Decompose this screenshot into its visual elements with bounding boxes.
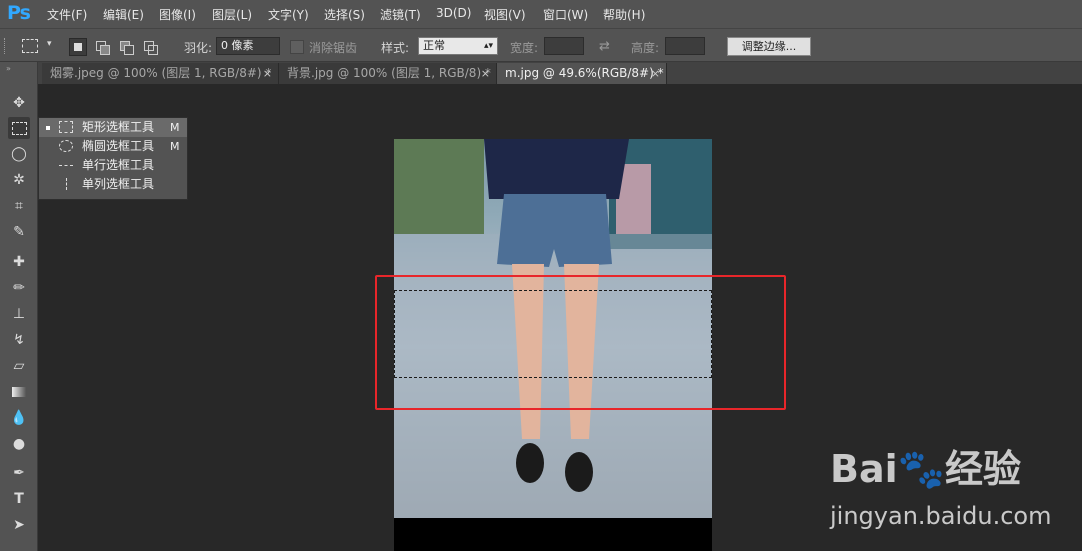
gradient-tool-icon[interactable] [8,381,30,403]
rect-marquee-preset-icon[interactable] [22,39,38,53]
flyout-label: 椭圆选框工具 [82,139,155,153]
tab-m-jpg[interactable]: m.jpg @ 49.6%(RGB/8#) * × [497,63,667,84]
close-icon[interactable]: × [481,63,490,84]
menu-layer[interactable]: 图层(L) [212,6,252,23]
menu-image[interactable]: 图像(I) [159,6,196,23]
selected-indicator [46,126,50,130]
baidu-watermark-url: jingyan.baidu.com [830,502,1052,530]
tab-background-jpg[interactable]: 背景.jpg @ 100% (图层 1, RGB/8) * × [279,63,497,84]
feather-input[interactable]: 0 像素 [216,37,280,55]
intersect-selection-icon-overlap [148,45,158,55]
menu-edit[interactable]: 编辑(E) [103,6,144,23]
type-tool-icon[interactable]: T [8,488,30,510]
canvas-empty-area [394,518,712,551]
gradient-glyph [12,387,26,397]
subtract-selection-button[interactable] [117,38,135,56]
menu-type[interactable]: 文字(Y) [268,6,309,23]
menu-view[interactable]: 视图(V) [484,6,526,23]
flyout-shortcut: M [170,121,180,134]
rect-marquee-tool-icon[interactable] [8,117,30,139]
new-selection-button[interactable] [69,38,87,56]
flyout-item-single-column-marquee[interactable]: 单列选框工具 [39,175,187,194]
history-brush-tool-icon[interactable]: ↯ [8,329,30,351]
flyout-label: 矩形选框工具 [82,120,155,134]
menu-window[interactable]: 窗口(W) [543,6,588,23]
options-grip [4,38,8,54]
menu-select[interactable]: 选择(S) [324,6,365,23]
healing-brush-tool-icon[interactable]: ✚ [8,251,30,273]
close-icon[interactable]: × [651,63,660,84]
style-select-value: 正常 [423,39,445,52]
add-selection-button[interactable] [93,38,111,56]
height-label: 高度: [631,41,660,55]
flyout-shortcut: M [170,140,180,153]
marquee-tool-flyout: 矩形选框工具 M 椭圆选框工具 M 单行选框工具 单列选框工具 [38,117,188,200]
path-selection-tool-icon[interactable]: ➤ [8,514,30,536]
rect-marquee-icon [59,121,73,133]
tab-smoke-jpeg[interactable]: 烟雾.jpeg @ 100% (图层 1, RGB/8#) * × [42,63,279,84]
highlight-annotation-box [375,275,786,410]
flyout-item-ellipse-marquee[interactable]: 椭圆选框工具 M [39,137,187,156]
menu-help[interactable]: 帮助(H) [603,6,645,23]
tab-label: 背景.jpg @ 100% (图层 1, RGB/8) * [287,66,491,80]
antialias-checkbox[interactable] [290,40,304,54]
single-row-marquee-icon [59,165,73,166]
blur-tool-icon[interactable]: 💧 [8,407,30,429]
photoshop-logo: Ps [7,2,31,24]
menu-file[interactable]: 文件(F) [47,6,87,23]
feather-label: 羽化: [184,41,213,55]
lasso-tool-icon[interactable]: ◯ [8,143,30,165]
chevron-down-icon: ▴▾ [483,41,493,51]
tab-label: 烟雾.jpeg @ 100% (图层 1, RGB/8#) * [50,66,272,80]
eraser-tool-icon[interactable]: ▱ [8,355,30,377]
collapse-icon[interactable]: » [6,64,11,73]
crop-tool-icon[interactable]: ⌗ [8,195,30,217]
swap-dimensions-icon[interactable]: ⇄ [599,39,610,54]
flyout-label: 单行选框工具 [82,158,155,172]
options-bar: ▾ 羽化: 0 像素 消除锯齿 样式: 正常 ▴▾ 宽度: ⇄ 高度: 调整边缘… [0,28,1082,62]
eyedropper-tool-icon[interactable]: ✎ [8,221,30,243]
rect-marquee-glyph [12,122,27,135]
intersect-selection-button[interactable] [141,38,159,56]
style-select[interactable]: 正常 ▴▾ [418,37,498,55]
width-input[interactable] [544,37,584,55]
tab-label: m.jpg @ 49.6%(RGB/8#) * [505,66,664,80]
dodge-tool-icon[interactable]: ● [8,433,30,455]
antialias-label: 消除锯齿 [309,41,358,55]
baidu-watermark-logo: Bai🐾经验 [830,447,1021,491]
new-selection-icon [74,43,82,51]
menu-filter[interactable]: 滤镜(T) [380,6,421,23]
width-label: 宽度: [510,41,539,55]
close-icon[interactable]: × [263,63,272,84]
menu-3d[interactable]: 3D(D) [436,6,471,20]
document-tabs: 烟雾.jpeg @ 100% (图层 1, RGB/8#) * × 背景.jpg… [38,62,1082,84]
flyout-item-single-row-marquee[interactable]: 单行选框工具 [39,156,187,175]
preset-dropdown-icon[interactable]: ▾ [47,39,52,49]
right-sandal [565,452,593,492]
tools-panel: » ✥ ◯ ✲ ⌗ ✎ ✚ ✏ ⊥ ↯ ▱ 💧 ● ✒ T ➤ [0,62,38,551]
refine-edge-button[interactable]: 调整边缘... [727,37,811,56]
style-label: 样式: [381,41,410,55]
single-column-marquee-icon [66,178,67,190]
menu-bar: Ps 文件(F) 编辑(E) 图像(I) 图层(L) 文字(Y) 选择(S) 滤… [0,0,1082,28]
move-tool-icon[interactable]: ✥ [8,92,30,114]
flyout-item-rect-marquee[interactable]: 矩形选框工具 M [39,118,187,137]
clone-stamp-tool-icon[interactable]: ⊥ [8,303,30,325]
magic-wand-tool-icon[interactable]: ✲ [8,169,30,191]
add-selection-icon-fill [100,45,110,55]
brush-tool-icon[interactable]: ✏ [8,277,30,299]
ellipse-marquee-icon [59,140,73,152]
left-sandal [516,443,544,483]
flyout-label: 单列选框工具 [82,177,155,191]
height-input[interactable] [665,37,705,55]
shirt [484,139,629,199]
pen-tool-icon[interactable]: ✒ [8,462,30,484]
subtract-selection-icon-cut [124,45,134,55]
trees [394,139,484,234]
